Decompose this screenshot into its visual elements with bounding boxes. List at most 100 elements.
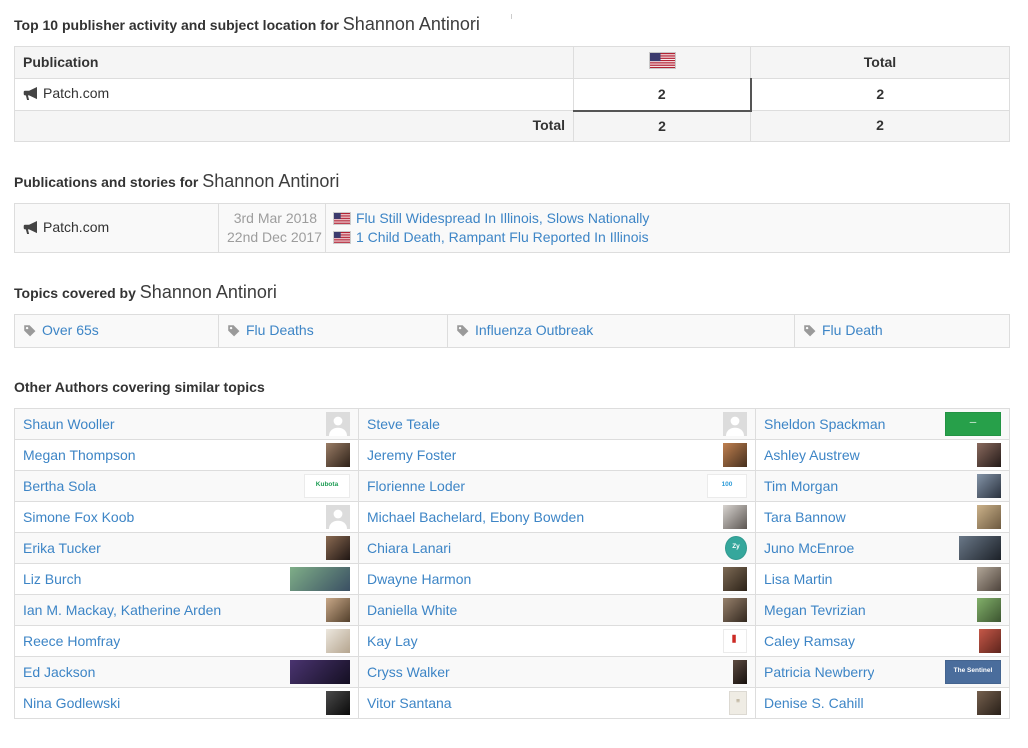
author-link[interactable]: Bertha Sola: [23, 478, 96, 494]
story-date: 22nd Dec 2017: [227, 228, 317, 247]
author-cell: Bertha Sola Kubota: [15, 470, 359, 501]
author-link[interactable]: Jeremy Foster: [367, 447, 456, 463]
tag-icon: [227, 324, 240, 340]
topic-link[interactable]: Over 65s: [42, 322, 99, 338]
author-row: Ian M. Mackay, Katherine Arden Daniella W…: [15, 594, 1010, 625]
author-cell: Vitor Santana ≡: [359, 687, 756, 718]
author-link[interactable]: Lisa Martin: [764, 571, 832, 587]
story-dates-cell: 3rd Mar 201822nd Dec 2017: [219, 203, 326, 252]
topic-cell: Flu Deaths: [219, 314, 448, 347]
author-link[interactable]: Shaun Wooller: [23, 416, 115, 432]
author-cell: Lisa Martin: [756, 563, 1010, 594]
author-cell: Nina Godlewski: [15, 687, 359, 718]
author-link[interactable]: Dwayne Harmon: [367, 571, 471, 587]
author-cell: Caley Ramsay: [756, 625, 1010, 656]
person-placeholder-icon: [326, 505, 350, 529]
author-link[interactable]: Juno McEnroe: [764, 540, 854, 556]
author-link[interactable]: Cryss Walker: [367, 664, 450, 680]
tag-icon: [23, 324, 36, 340]
total-total-count-cell[interactable]: 2: [751, 111, 1010, 142]
author-link[interactable]: Kay Lay: [367, 633, 418, 649]
author-link[interactable]: Megan Thompson: [23, 447, 136, 463]
author-link[interactable]: Michael Bachelard, Ebony Bowden: [367, 509, 584, 525]
author-link[interactable]: Ian M. Mackay, Katherine Arden: [23, 602, 221, 618]
author-cell: Jeremy Foster: [359, 439, 756, 470]
author-link[interactable]: Florienne Loder: [367, 478, 465, 494]
topic-link[interactable]: Flu Deaths: [246, 322, 314, 338]
author-link[interactable]: Denise S. Cahill: [764, 695, 864, 711]
author-photo: [723, 567, 747, 591]
author-link[interactable]: Daniella White: [367, 602, 457, 618]
author-logo: ≡: [729, 691, 747, 715]
total-row-label: Total: [15, 111, 574, 142]
author-row: Shaun Wooller Steve Teale Sheldon Spackman…: [15, 408, 1010, 439]
us-count-cell[interactable]: 2: [574, 79, 751, 111]
author-photo: [723, 443, 747, 467]
author-cell: Kay Lay▋: [359, 625, 756, 656]
author-cell: Dwayne Harmon: [359, 563, 756, 594]
publication-stories-row: Patch.com3rd Mar 201822nd Dec 2017Flu St…: [15, 203, 1010, 252]
author-cell: Shaun Wooller: [15, 408, 359, 439]
author-link[interactable]: Caley Ramsay: [764, 633, 855, 649]
author-link[interactable]: Chiara Lanari: [367, 540, 451, 556]
author-link[interactable]: Vitor Santana: [367, 695, 452, 711]
author-photo: [723, 505, 747, 529]
author-row: Ed JacksonCryss WalkerPatricia NewberryT…: [15, 656, 1010, 687]
author-photo: [290, 567, 350, 591]
author-photo: [979, 629, 1001, 653]
author-logo: —: [945, 412, 1001, 436]
person-placeholder-icon: [326, 412, 350, 436]
author-row: Bertha SolaKubotaFlorienne Loder100Tim M…: [15, 470, 1010, 501]
author-cell: Megan Thompson: [15, 439, 359, 470]
publisher-activity-title: Top 10 publisher activity and subject lo…: [14, 14, 1014, 35]
story-line: 1 Child Death, Rampant Flu Reported In I…: [334, 228, 1001, 247]
person-placeholder-icon: [723, 412, 747, 436]
author-link[interactable]: Tim Morgan: [764, 478, 838, 494]
author-cell: Tara Bannow: [756, 501, 1010, 532]
publisher-activity-header-row: Publication Total: [15, 47, 1010, 79]
story-link[interactable]: 1 Child Death, Rampant Flu Reported In I…: [356, 229, 649, 245]
author-link[interactable]: Steve Teale: [367, 416, 440, 432]
author-row: Erika Tucker Chiara LanariZy Juno McEnroe: [15, 532, 1010, 563]
topic-link[interactable]: Flu Death: [822, 322, 883, 338]
author-photo: [326, 536, 350, 560]
author-photo: [733, 660, 747, 684]
author-link[interactable]: Reece Homfray: [23, 633, 120, 649]
subject-name: Shannon Antinori: [202, 171, 339, 191]
author-link[interactable]: Nina Godlewski: [23, 695, 120, 711]
total-us-count-cell[interactable]: 2: [574, 111, 751, 142]
author-cell: Ashley Austrew: [756, 439, 1010, 470]
author-photo: [977, 443, 1001, 467]
author-cell: Chiara LanariZy: [359, 532, 756, 563]
author-link[interactable]: Megan Tevrizian: [764, 602, 866, 618]
us-flag-icon: [650, 55, 675, 71]
author-link[interactable]: Sheldon Spackman: [764, 416, 885, 432]
author-cell: Juno McEnroe: [756, 532, 1010, 563]
author-link[interactable]: Ed Jackson: [23, 664, 95, 680]
author-row: Reece Homfray Kay Lay▋ Caley Ramsay: [15, 625, 1010, 656]
author-cell: Tim Morgan: [756, 470, 1010, 501]
author-cell: Michael Bachelard, Ebony Bowden: [359, 501, 756, 532]
publication-column-header: Publication: [15, 47, 574, 79]
author-row: Megan Thompson Jeremy Foster Ashley Austre…: [15, 439, 1010, 470]
author-cell: Reece Homfray: [15, 625, 359, 656]
author-cell: Cryss Walker: [359, 656, 756, 687]
publisher-activity-total-row: Total 2 2: [15, 111, 1010, 142]
author-link[interactable]: Patricia Newberry: [764, 664, 874, 680]
author-link[interactable]: Liz Burch: [23, 571, 81, 587]
author-row: Liz Burch Dwayne Harmon Lisa Martin: [15, 563, 1010, 594]
us-flag-icon: [334, 213, 350, 224]
publisher-activity-table: Publication Total Patch.com 2 2 Total 2 …: [14, 46, 1010, 142]
author-link[interactable]: Ashley Austrew: [764, 447, 860, 463]
topic-link[interactable]: Influenza Outbreak: [475, 322, 593, 338]
author-logo: Kubota: [304, 474, 350, 498]
author-link[interactable]: Erika Tucker: [23, 540, 101, 556]
story-link[interactable]: Flu Still Widespread In Illinois, Slows …: [356, 210, 649, 226]
author-link[interactable]: Tara Bannow: [764, 509, 846, 525]
author-photo: [326, 443, 350, 467]
publisher-activity-title-prefix: Top 10 publisher activity and subject lo…: [14, 17, 339, 33]
story-date: 3rd Mar 2018: [227, 209, 317, 228]
topic-cell: Flu Death: [795, 314, 1010, 347]
author-link[interactable]: Simone Fox Koob: [23, 509, 134, 525]
total-count-cell[interactable]: 2: [751, 79, 1010, 111]
